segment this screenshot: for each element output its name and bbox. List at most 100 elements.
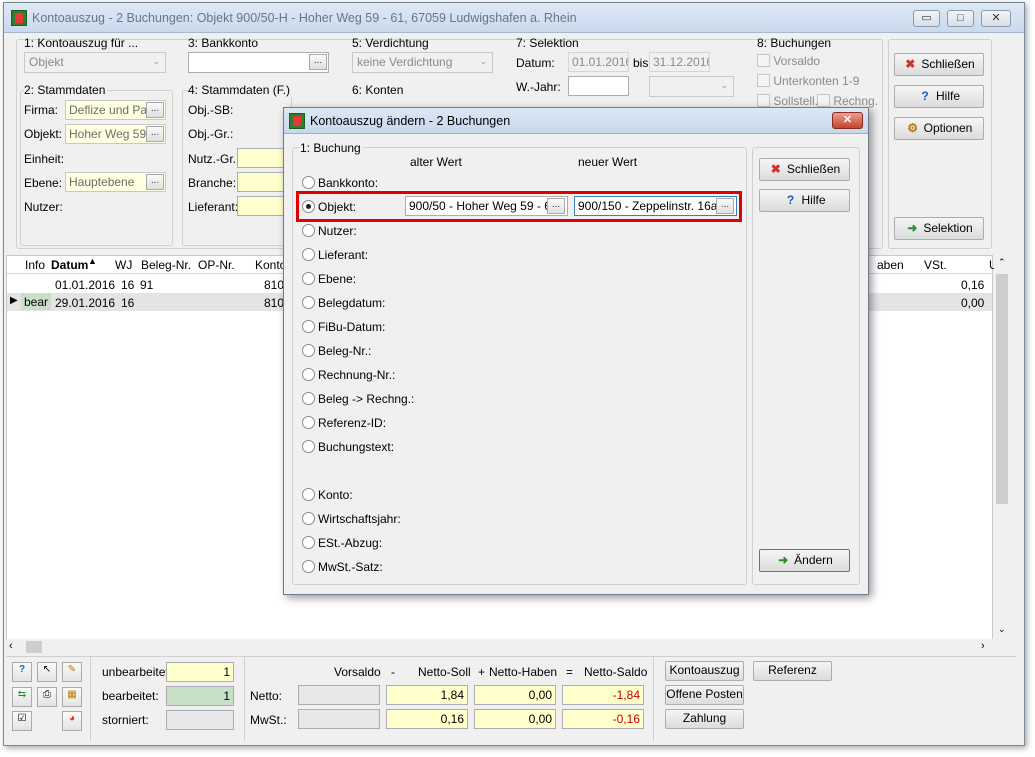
radio-button-icon[interactable]: [302, 416, 315, 429]
dialog-title: Kontoauszug ändern - 2 Buchungen: [310, 114, 511, 128]
radio-button-icon[interactable]: [302, 248, 315, 261]
print-icon[interactable]: ⎙: [37, 687, 57, 707]
selektion-button[interactable]: ➜ Selektion: [894, 217, 984, 240]
radio-button-icon[interactable]: [302, 224, 315, 237]
kontoauszug-select[interactable]: Objekt ⌄: [24, 52, 166, 73]
col-opnr[interactable]: OP-Nr.: [198, 258, 235, 272]
radio-option[interactable]: ESt.-Abzug:: [302, 536, 382, 550]
aendern-button[interactable]: ➜ Ändern: [759, 549, 850, 572]
zahlung-button[interactable]: Zahlung: [665, 709, 744, 729]
radio-button-icon[interactable]: [302, 344, 315, 357]
nutzgr-field[interactable]: [237, 148, 287, 168]
scroll-left-icon[interactable]: ‹: [9, 640, 13, 652]
rechng-checkbox[interactable]: Rechng.: [817, 94, 878, 108]
dialog-schliessen-button[interactable]: ✖ Schließen: [759, 158, 850, 181]
radio-option[interactable]: Belegdatum:: [302, 296, 385, 310]
radio-option[interactable]: Wirtschaftsjahr:: [302, 512, 401, 526]
horizontal-scrollbar[interactable]: ‹ ›: [6, 639, 1010, 655]
radio-label: Ebene:: [318, 272, 357, 286]
vorsaldo-checkbox[interactable]: Vorsaldo: [757, 54, 820, 68]
app-icon: [11, 10, 27, 26]
radio-label: Beleg-Nr.:: [318, 344, 372, 358]
branche-field[interactable]: [237, 172, 287, 192]
radio-button-icon[interactable]: [302, 368, 315, 381]
help-icon: ?: [786, 193, 795, 207]
col-info[interactable]: Info: [25, 258, 45, 272]
radio-option[interactable]: Ebene:: [302, 272, 356, 286]
radio-option[interactable]: Buchungstext:: [302, 440, 394, 454]
wjahr-field[interactable]: [568, 76, 629, 96]
kontoauszug-button[interactable]: Kontoauszug: [665, 661, 744, 681]
vertical-scrollbar[interactable]: ⌃ ⌄: [994, 256, 1010, 640]
offene-posten-button[interactable]: Offene Posten: [665, 685, 744, 705]
ebene-ellipsis-button[interactable]: ...: [146, 174, 164, 190]
alter-wert-label: alter Wert: [410, 155, 462, 169]
radio-button-icon[interactable]: [302, 296, 315, 309]
scroll-thumb[interactable]: [996, 274, 1008, 504]
radio-button-icon[interactable]: [302, 512, 315, 525]
radio-button-icon[interactable]: [302, 560, 315, 573]
netto-saldo: -1,84: [562, 685, 644, 705]
radio-label: Buchungstext:: [318, 440, 395, 454]
col-datum[interactable]: Datum: [51, 258, 88, 272]
radio-button-icon[interactable]: [302, 536, 315, 549]
col-haben[interactable]: aben: [877, 258, 904, 272]
wjahr-select[interactable]: ⌄: [649, 76, 734, 97]
radio-option[interactable]: Konto:: [302, 488, 353, 502]
dialog-close-icon[interactable]: ✕: [832, 112, 863, 129]
datum-to-field[interactable]: 31.12.2016: [649, 52, 710, 72]
radio-option[interactable]: MwSt.-Satz:: [302, 560, 383, 574]
bankkonto-ellipsis-button[interactable]: ...: [309, 54, 327, 70]
radio-option[interactable]: Beleg-Nr.:: [302, 344, 371, 358]
sollstell-checkbox[interactable]: Sollstell.: [757, 94, 818, 108]
radio-button-icon[interactable]: [302, 320, 315, 333]
scroll-right-icon[interactable]: ›: [981, 640, 985, 652]
radio-option[interactable]: Bankkonto:: [302, 176, 378, 190]
hscroll-thumb[interactable]: [26, 641, 42, 653]
scroll-down-icon[interactable]: ⌄: [998, 624, 1006, 635]
wjahr-label: W.-Jahr:: [516, 80, 561, 94]
lieferant-field[interactable]: [237, 196, 287, 216]
scroll-up-icon[interactable]: ⌃: [998, 257, 1006, 268]
einheit-label: Einheit:: [24, 152, 65, 166]
kontoauszug-label: 1: Kontoauszug für ...: [24, 36, 139, 50]
radio-option[interactable]: Rechnung-Nr.:: [302, 368, 395, 382]
radio-option[interactable]: Beleg -> Rechng.:: [302, 392, 414, 406]
radio-button-icon[interactable]: [302, 176, 315, 189]
objsb-label: Obj.-SB:: [188, 103, 234, 117]
dialog-hilfe-button[interactable]: ? Hilfe: [759, 189, 850, 212]
col-wj[interactable]: WJ: [115, 258, 132, 272]
radio-option[interactable]: Lieferant:: [302, 248, 368, 262]
radio-option[interactable]: FiBu-Datum:: [302, 320, 385, 334]
hilfe-button[interactable]: ? Hilfe: [894, 85, 984, 108]
optionen-button[interactable]: ⚙ Optionen: [894, 117, 984, 140]
checkbox-icon[interactable]: ☑: [12, 711, 32, 731]
datum-from-field[interactable]: 01.01.2016: [568, 52, 629, 72]
referenz-button[interactable]: Referenz: [753, 661, 832, 681]
help-icon[interactable]: ?: [12, 662, 32, 682]
refresh-icon[interactable]: ⇆: [12, 687, 32, 707]
checkbox-icon: [757, 94, 770, 107]
radio-button-icon[interactable]: [302, 440, 315, 453]
pencil-icon[interactable]: ✎: [62, 662, 82, 682]
radio-button-icon[interactable]: [302, 488, 315, 501]
table-icon[interactable]: ▦: [62, 687, 82, 707]
firma-ellipsis-button[interactable]: ...: [146, 102, 164, 118]
radio-button-icon[interactable]: [302, 392, 315, 405]
pointer-icon[interactable]: ↖: [37, 662, 57, 682]
verdichtung-select[interactable]: keine Verdichtung ⌄: [352, 52, 493, 73]
unterkonten-checkbox[interactable]: Unterkonten 1-9: [757, 74, 859, 88]
radio-button-icon[interactable]: [302, 272, 315, 285]
col-konto[interactable]: Konto: [255, 258, 286, 272]
objekt-ellipsis-button[interactable]: ...: [146, 126, 164, 142]
minimize-icon[interactable]: ▭: [913, 10, 940, 27]
bankkonto-field[interactable]: [188, 52, 329, 73]
col-belegnr[interactable]: Beleg-Nr.: [141, 258, 191, 272]
radio-option[interactable]: Referenz-ID:: [302, 416, 386, 430]
maximize-icon[interactable]: □: [947, 10, 974, 27]
schliessen-button[interactable]: ✖ Schließen: [894, 53, 984, 76]
chart-icon[interactable]: ◕: [62, 711, 82, 731]
close-icon[interactable]: ✕: [981, 10, 1011, 27]
col-vst[interactable]: VSt.: [924, 258, 947, 272]
radio-option[interactable]: Nutzer:: [302, 224, 357, 238]
